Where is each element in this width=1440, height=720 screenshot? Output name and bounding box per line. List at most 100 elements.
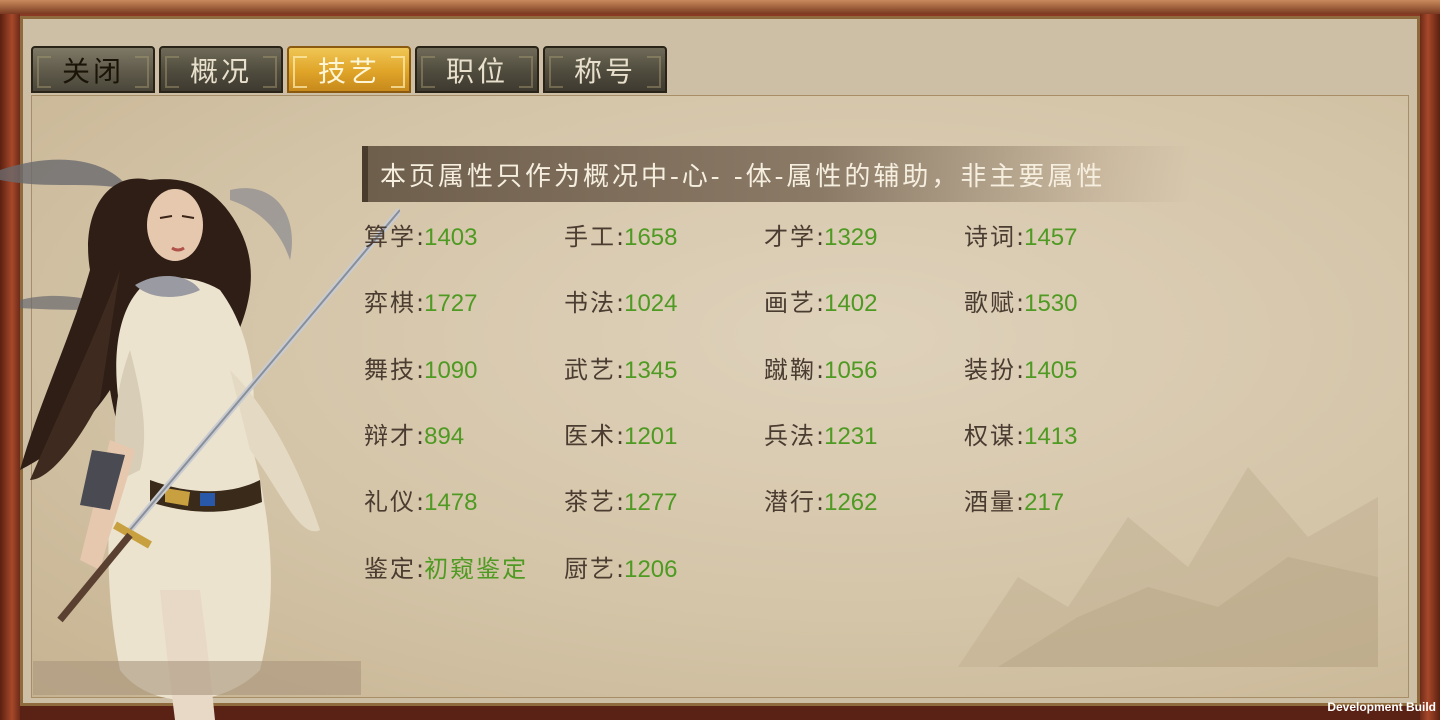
- stat-separator: :: [616, 488, 625, 516]
- stat-label: 武艺: [564, 356, 616, 384]
- stat-separator: :: [616, 289, 625, 317]
- stat-separator: :: [416, 289, 425, 317]
- stat-row-4-col-2: 潜行:1262: [764, 485, 964, 519]
- stat-value: 1457: [1024, 224, 1078, 251]
- stat-separator: :: [816, 223, 825, 251]
- stat-row-3-col-1: 医术:1201: [564, 419, 764, 453]
- stat-label: 书法: [564, 289, 616, 317]
- stat-label: 蹴鞠: [764, 356, 816, 384]
- tab-close[interactable]: 关闭: [31, 46, 155, 93]
- tab-close-label: 关闭: [61, 54, 124, 88]
- portrait-caption-bar: [33, 661, 361, 695]
- stat-row-1-col-3: 歌赋:1530: [964, 286, 1164, 320]
- stat-separator: :: [816, 422, 825, 450]
- tab-skills-label: 技艺: [317, 54, 380, 88]
- stat-row-2-col-0: 舞技:1090: [364, 353, 564, 387]
- stat-value: 1405: [1024, 357, 1078, 384]
- stat-label: 舞技: [364, 356, 416, 384]
- tab-overview[interactable]: 概况: [159, 46, 283, 93]
- stat-row-3-col-2: 兵法:1231: [764, 419, 964, 453]
- stat-label: 酒量: [964, 488, 1016, 516]
- stat-separator: :: [616, 555, 625, 583]
- stat-separator: :: [416, 488, 425, 516]
- stat-label: 医术: [564, 422, 616, 450]
- stat-value: 1206: [624, 556, 678, 583]
- stat-label: 鉴定: [364, 555, 416, 583]
- stat-value: 1201: [624, 423, 678, 450]
- stat-label: 诗词: [964, 223, 1016, 251]
- stat-row-0-col-1: 手工:1658: [564, 220, 764, 254]
- stat-separator: :: [1016, 223, 1025, 251]
- tab-title[interactable]: 称号: [543, 46, 667, 93]
- development-build-label: Development Build: [1327, 700, 1436, 714]
- stat-label: 茶艺: [564, 488, 616, 516]
- stat-value: 1231: [824, 423, 878, 450]
- stat-value: 1056: [824, 357, 878, 384]
- stat-row-3-col-0: 辩才:894: [364, 419, 564, 453]
- stat-value: 1478: [424, 489, 478, 516]
- stat-row-1-col-2: 画艺:1402: [764, 286, 964, 320]
- stat-label: 礼仪: [364, 488, 416, 516]
- stat-row-0-col-2: 才学:1329: [764, 220, 964, 254]
- stat-row-1-col-0: 弈棋:1727: [364, 286, 564, 320]
- stat-value: 1345: [624, 357, 678, 384]
- stat-value: 初窥鉴定: [424, 555, 529, 583]
- stat-value: 1658: [624, 224, 678, 251]
- stat-row-5-col-1: 厨艺:1206: [564, 552, 764, 586]
- stat-separator: :: [616, 356, 625, 384]
- stat-separator: :: [616, 223, 625, 251]
- stat-row-4-col-1: 茶艺:1277: [564, 485, 764, 519]
- tab-title-label: 称号: [573, 54, 636, 88]
- stat-value: 1727: [424, 290, 478, 317]
- stat-row-0-col-0: 算学:1403: [364, 220, 564, 254]
- stat-label: 歌赋: [964, 289, 1016, 317]
- stat-value: 1090: [424, 357, 478, 384]
- stat-row-2-col-3: 装扮:1405: [964, 353, 1164, 387]
- stat-value: 1530: [1024, 290, 1078, 317]
- stat-separator: :: [816, 356, 825, 384]
- stat-value: 1402: [824, 290, 878, 317]
- stat-value: 217: [1024, 489, 1065, 516]
- stat-separator: :: [1016, 488, 1025, 516]
- stat-separator: :: [616, 422, 625, 450]
- stat-separator: :: [416, 422, 425, 450]
- stat-value: 1262: [824, 489, 878, 516]
- stat-label: 弈棋: [364, 289, 416, 317]
- stat-value: 1277: [624, 489, 678, 516]
- stat-separator: :: [1016, 356, 1025, 384]
- stat-label: 算学: [364, 223, 416, 251]
- stat-row-4-col-3: 酒量:217: [964, 485, 1164, 519]
- stat-separator: :: [416, 555, 425, 583]
- stat-label: 辩才: [364, 422, 416, 450]
- stat-row-2-col-2: 蹴鞠:1056: [764, 353, 964, 387]
- stat-label: 手工: [564, 223, 616, 251]
- stat-separator: :: [416, 223, 425, 251]
- stat-row-5-col-0: 鉴定:初窥鉴定: [364, 552, 564, 586]
- stat-row-4-col-0: 礼仪:1478: [364, 485, 564, 519]
- stat-value: 1329: [824, 224, 878, 251]
- stat-separator: :: [816, 289, 825, 317]
- stat-label: 画艺: [764, 289, 816, 317]
- stat-row-2-col-1: 武艺:1345: [564, 353, 764, 387]
- stat-row-1-col-1: 书法:1024: [564, 286, 764, 320]
- stat-row-3-col-3: 权谋:1413: [964, 419, 1164, 453]
- stat-label: 潜行: [764, 488, 816, 516]
- stat-label: 厨艺: [564, 555, 616, 583]
- stat-value: 1413: [1024, 423, 1078, 450]
- character-portrait: [0, 159, 400, 720]
- frame-right-pillar: [1420, 14, 1440, 720]
- info-banner: 本页属性只作为概况中-心- -体-属性的辅助，非主要属性: [362, 146, 1192, 202]
- tab-position[interactable]: 职位: [415, 46, 539, 93]
- stat-label: 才学: [764, 223, 816, 251]
- stat-label: 装扮: [964, 356, 1016, 384]
- stat-value: 894: [424, 423, 465, 450]
- stat-value: 1403: [424, 224, 478, 251]
- stat-separator: :: [1016, 422, 1025, 450]
- stat-separator: :: [1016, 289, 1025, 317]
- tab-position-label: 职位: [445, 54, 508, 88]
- stat-separator: :: [816, 488, 825, 516]
- stat-row-0-col-3: 诗词:1457: [964, 220, 1164, 254]
- tab-skills[interactable]: 技艺: [287, 46, 411, 93]
- stat-label: 权谋: [964, 422, 1016, 450]
- stat-value: 1024: [624, 290, 678, 317]
